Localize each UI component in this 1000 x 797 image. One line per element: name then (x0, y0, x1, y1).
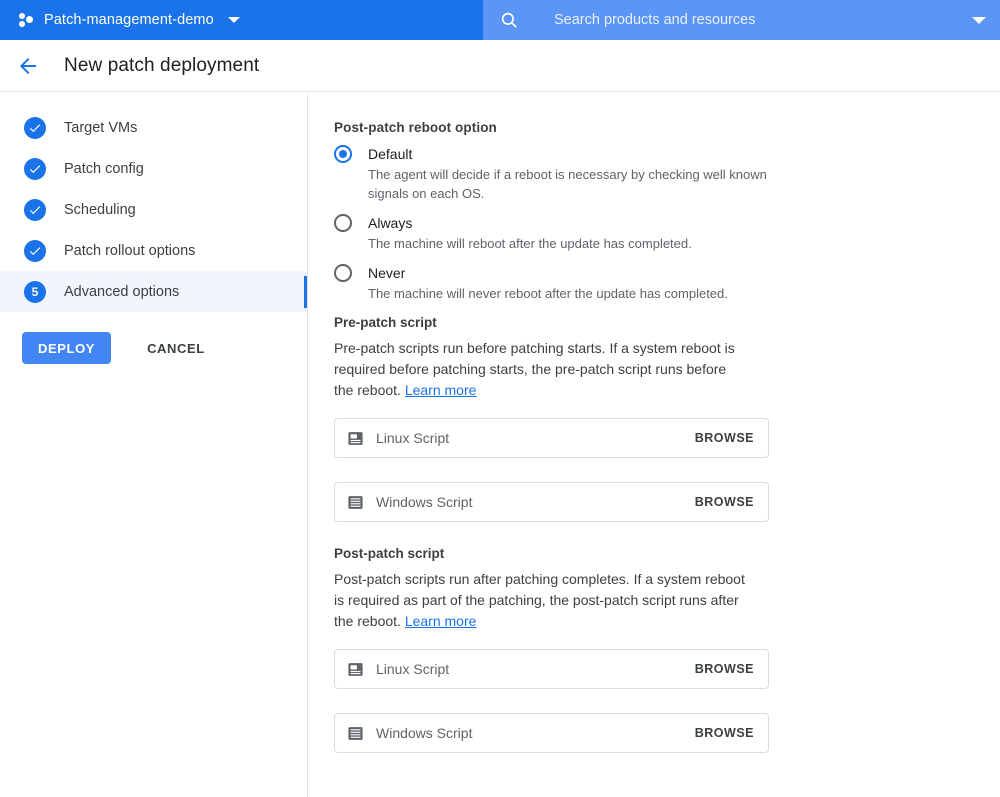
script-file-icon (347, 494, 364, 511)
pre-patch-linux-script-field[interactable]: Linux Script BROWSE (334, 418, 769, 458)
sidebar-step-advanced-options[interactable]: 5 Advanced options (0, 271, 307, 312)
post-patch-linux-script-field[interactable]: Linux Script BROWSE (334, 649, 769, 689)
radio-button-never[interactable] (334, 264, 352, 282)
pre-patch-windows-browse-button[interactable]: BROWSE (695, 495, 754, 509)
cancel-button[interactable]: CANCEL (133, 332, 219, 364)
pre-patch-description-text: Pre-patch scripts run before patching st… (334, 340, 735, 398)
radio-description-default: The agent will decide if a reboot is nec… (368, 167, 767, 201)
pre-patch-linux-script-label: Linux Script (376, 430, 450, 446)
sidebar-step-label: Target VMs (64, 119, 138, 136)
check-icon (24, 239, 46, 262)
post-patch-script-description: Post-patch scripts run after patching co… (334, 569, 746, 632)
radio-label-always: Always (368, 215, 413, 231)
top-navigation-bar: Patch-management-demo Search products an… (0, 0, 1000, 40)
post-patch-windows-browse-button[interactable]: BROWSE (695, 726, 754, 740)
radio-row-never[interactable]: Never The machine will never reboot afte… (334, 263, 1000, 303)
project-selector[interactable]: Patch-management-demo (0, 0, 483, 40)
pre-patch-linux-browse-button[interactable]: BROWSE (695, 431, 754, 445)
check-icon (24, 157, 46, 180)
radio-label-default: Default (368, 146, 413, 162)
pre-patch-windows-script-label: Windows Script (376, 494, 473, 510)
global-search-bar[interactable]: Search products and resources (483, 0, 1000, 40)
advanced-options-panel: Post-patch reboot option Default The age… (309, 93, 1000, 797)
check-icon (24, 198, 46, 221)
step-number: 5 (31, 284, 39, 299)
radio-option-always: Always The machine will reboot after the… (334, 213, 1000, 253)
page-header: New patch deployment (0, 40, 1000, 92)
step-number-badge: 5 (24, 280, 46, 303)
search-input[interactable]: Search products and resources (554, 12, 972, 28)
sidebar-step-patch-config[interactable]: Patch config (0, 148, 307, 189)
reboot-option-section-title: Post-patch reboot option (334, 120, 497, 135)
script-file-icon (347, 725, 364, 742)
pre-patch-windows-script-field[interactable]: Windows Script BROWSE (334, 482, 769, 522)
chevron-down-icon[interactable] (227, 17, 240, 23)
sidebar-step-patch-rollout-options[interactable]: Patch rollout options (0, 230, 307, 271)
pre-patch-script-description: Pre-patch scripts run before patching st… (334, 338, 746, 401)
post-patch-learn-more-link[interactable]: Learn more (405, 613, 477, 629)
post-patch-linux-script-label: Linux Script (376, 661, 450, 677)
radio-option-default: Default The agent will decide if a reboo… (334, 144, 1000, 203)
pre-patch-script-title: Pre-patch script (334, 315, 437, 330)
deploy-button[interactable]: DEPLOY (22, 332, 112, 364)
arrow-back-icon[interactable] (16, 54, 40, 78)
sidebar-step-label: Patch rollout options (64, 242, 196, 259)
radio-description-always: The machine will reboot after the update… (368, 236, 692, 251)
sidebar-step-scheduling[interactable]: Scheduling (0, 189, 307, 230)
radio-option-never: Never The machine will never reboot afte… (334, 263, 1000, 303)
script-file-icon (347, 430, 364, 447)
post-patch-windows-script-label: Windows Script (376, 725, 473, 741)
project-name-label: Patch-management-demo (44, 12, 214, 28)
project-dots-icon (17, 11, 35, 29)
radio-row-always[interactable]: Always The machine will reboot after the… (334, 213, 1000, 253)
pre-patch-learn-more-link[interactable]: Learn more (405, 382, 477, 398)
radio-description-never: The machine will never reboot after the … (368, 286, 728, 301)
sidebar-step-label: Scheduling (64, 201, 136, 218)
search-chevron-down-icon[interactable] (972, 16, 986, 24)
post-patch-script-title: Post-patch script (334, 546, 445, 561)
sidebar-step-label: Patch config (64, 160, 144, 177)
sidebar-step-label: Advanced options (64, 283, 180, 300)
radio-button-always[interactable] (334, 214, 352, 232)
post-patch-linux-browse-button[interactable]: BROWSE (695, 662, 754, 676)
wizard-sidebar: Target VMs Patch config Scheduling Patch… (0, 93, 308, 797)
page-title: New patch deployment (64, 54, 260, 76)
page-content: Target VMs Patch config Scheduling Patch… (0, 93, 1000, 797)
radio-button-default[interactable] (334, 145, 352, 163)
wizard-actions: DEPLOY CANCEL (0, 332, 307, 364)
check-icon (24, 116, 46, 139)
post-patch-windows-script-field[interactable]: Windows Script BROWSE (334, 713, 769, 753)
script-file-icon (347, 661, 364, 678)
radio-row-default[interactable]: Default The agent will decide if a reboo… (334, 144, 1000, 203)
sidebar-step-target-vms[interactable]: Target VMs (0, 107, 307, 148)
post-patch-description-text: Post-patch scripts run after patching co… (334, 571, 745, 629)
search-icon (500, 11, 518, 29)
radio-label-never: Never (368, 265, 406, 281)
